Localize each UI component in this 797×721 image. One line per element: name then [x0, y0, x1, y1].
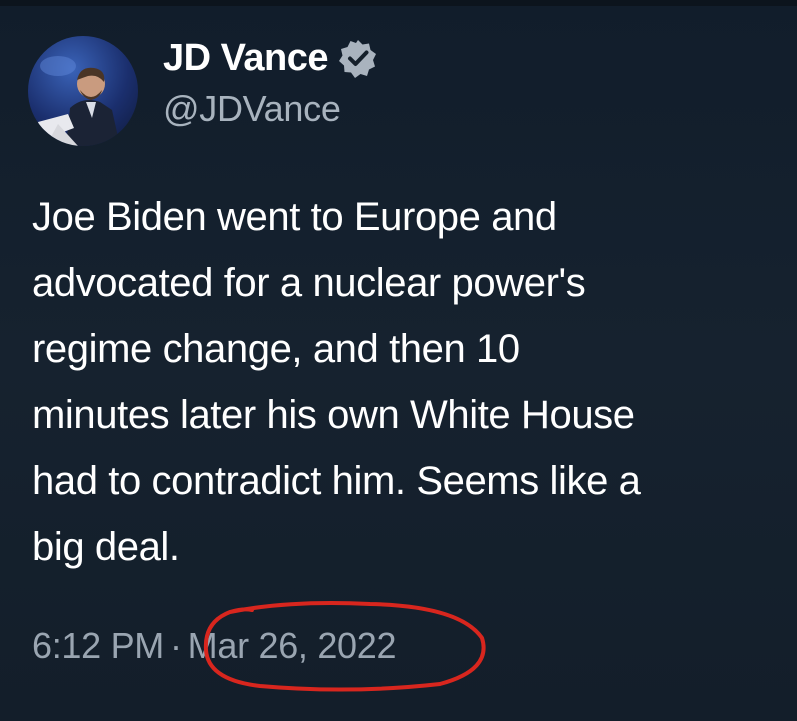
tweet-line: Joe Biden went to Europe and — [32, 195, 557, 239]
tweet-line: minutes later his own White House — [32, 393, 635, 437]
tweet-line: had to contradict him. Seems like a — [32, 459, 641, 503]
tweet-timestamp: 6:12 PM · Mar 26, 2022 — [32, 625, 397, 667]
tweet-date[interactable]: Mar 26, 2022 — [188, 625, 397, 667]
tweet-line: regime change, and then 10 — [32, 327, 520, 371]
author-handle[interactable]: @JDVance — [163, 88, 341, 130]
timestamp-separator: · — [169, 625, 182, 666]
tweet-time[interactable]: 6:12 PM — [32, 625, 164, 667]
tweet-line: big deal. — [32, 525, 180, 569]
tweet-line: advocated for a nuclear power's — [32, 261, 586, 305]
tweet-card: JD Vance @JDVance Joe Biden went to Euro… — [0, 0, 797, 721]
avatar-photo — [38, 56, 120, 146]
verified-badge-icon — [339, 40, 376, 78]
author-row: JD Vance — [163, 34, 378, 82]
top-edge — [0, 0, 797, 6]
author-name[interactable]: JD Vance — [163, 37, 329, 80]
tweet-text: Joe Biden went to Europe and advocated f… — [32, 184, 782, 580]
avatar[interactable] — [28, 36, 138, 146]
